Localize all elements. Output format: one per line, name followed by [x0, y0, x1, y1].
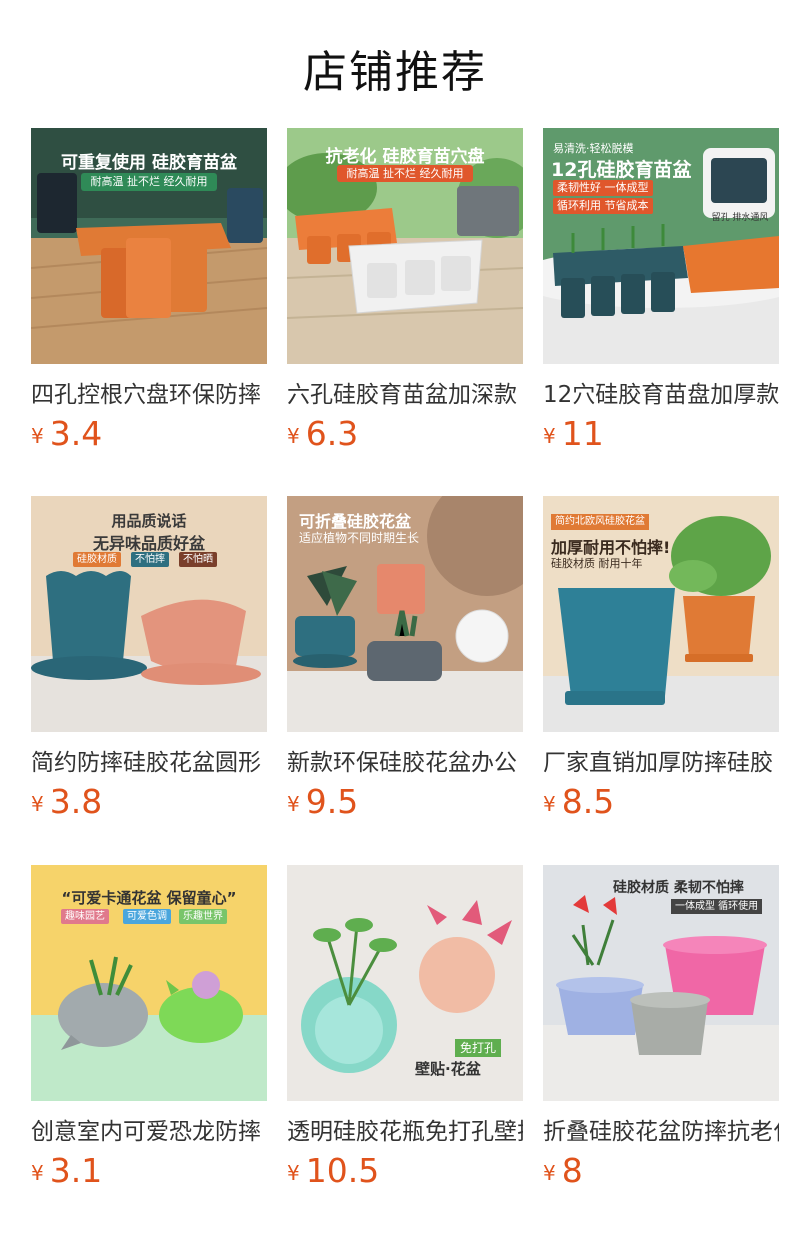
product-image[interactable]: 可折叠硅胶花盆 适应植物不同时期生长 — [287, 496, 523, 732]
price-value: 9.5 — [305, 782, 359, 821]
product-name[interactable]: 简约防摔硅胶花盆圆形 — [31, 746, 267, 780]
image-subline: 硅胶材质 耐用十年 — [551, 557, 643, 570]
product-image[interactable]: 免打孔 壁贴·花盆 — [287, 865, 523, 1101]
image-caption: 易清洗·轻松脱模 — [553, 142, 634, 155]
image-headline: 抗老化 硅胶育苗穴盘 — [325, 147, 485, 167]
currency-symbol: ¥ — [287, 792, 300, 816]
product-price: ¥3.4 — [31, 414, 102, 454]
product-name[interactable]: 透明硅胶花瓶免打孔壁挂 — [287, 1115, 523, 1149]
product-price: ¥9.5 — [287, 782, 358, 822]
product-price: ¥8 — [543, 1151, 583, 1191]
product-name[interactable]: 四孔控根穴盘环保防摔 — [31, 378, 267, 412]
currency-symbol: ¥ — [543, 1161, 556, 1185]
image-tag: 柔韧性好 一体成型 — [553, 180, 653, 196]
product-price: ¥3.1 — [31, 1151, 102, 1191]
product-image[interactable]: 易清洗·轻松脱模 12孔硅胶育苗盆 柔韧性好 一体成型 循环利用 节省成本 留孔… — [543, 128, 779, 364]
price-value: 10.5 — [305, 1151, 380, 1190]
image-headline: “可爱卡通花盆 保留童心” — [61, 889, 237, 907]
price-value: 8.5 — [561, 782, 615, 821]
product-name[interactable]: 创意室内可爱恐龙防摔 — [31, 1115, 267, 1149]
product-card[interactable]: 可折叠硅胶花盆 适应植物不同时期生长 新款环保硅胶花盆办公 ¥9.5 — [287, 496, 523, 826]
product-name[interactable]: 六孔硅胶育苗盆加深款 — [287, 378, 523, 412]
product-price: ¥10.5 — [287, 1151, 379, 1191]
image-headline: 用品质说话 — [111, 512, 187, 530]
product-image[interactable]: 抗老化 硅胶育苗穴盘 耐高温 扯不烂 经久耐用 — [287, 128, 523, 364]
currency-symbol: ¥ — [287, 424, 300, 448]
product-image[interactable]: 硅胶材质 柔韧不怕摔 一体成型 循环使用 — [543, 865, 779, 1101]
image-tag: 乐趣世界 — [179, 909, 227, 924]
image-subline: 耐高温 扯不烂 经久耐用 — [81, 173, 217, 191]
image-tag: 一体成型 循环使用 — [671, 899, 763, 914]
product-image[interactable]: “可爱卡通花盆 保留童心” 趣味园艺 可爱色调 乐趣世界 — [31, 865, 267, 1101]
product-card[interactable]: 免打孔 壁贴·花盆 透明硅胶花瓶免打孔壁挂 ¥10.5 — [287, 865, 523, 1195]
image-caption: 留孔 排水通风 — [711, 213, 769, 223]
product-image[interactable]: 可重复使用 硅胶育苗盆 耐高温 扯不烂 经久耐用 — [31, 128, 267, 364]
product-card[interactable]: 简约北欧风硅胶花盆 加厚耐用不怕摔! 硅胶材质 耐用十年 厂家直销加厚防摔硅胶 … — [543, 496, 779, 826]
product-image[interactable]: 用品质说话 无异味品质好盆 硅胶材质 不怕摔 不怕晒 — [31, 496, 267, 732]
image-headline-2: 无异味品质好盆 — [92, 534, 205, 553]
product-card[interactable]: “可爱卡通花盆 保留童心” 趣味园艺 可爱色调 乐趣世界 创意室内可爱恐龙防摔 … — [31, 865, 267, 1195]
price-value: 8 — [561, 1151, 583, 1190]
currency-symbol: ¥ — [31, 424, 44, 448]
product-card[interactable]: 硅胶材质 柔韧不怕摔 一体成型 循环使用 折叠硅胶花盆防摔抗老化 ¥8 — [543, 865, 779, 1195]
product-card[interactable]: 抗老化 硅胶育苗穴盘 耐高温 扯不烂 经久耐用 六孔硅胶育苗盆加深款 ¥6.3 — [287, 128, 523, 458]
image-tag: 趣味园艺 — [61, 909, 109, 924]
image-headline: 壁贴·花盆 — [415, 1060, 481, 1078]
image-tag: 循环利用 节省成本 — [553, 198, 653, 214]
price-value: 3.8 — [49, 782, 103, 821]
image-headline: 可重复使用 硅胶育苗盆 — [61, 153, 237, 173]
image-tag: 不怕晒 — [179, 552, 217, 567]
currency-symbol: ¥ — [543, 424, 556, 448]
image-subline: 适应植物不同时期生长 — [299, 531, 420, 545]
product-price: ¥11 — [543, 414, 604, 454]
currency-symbol: ¥ — [31, 1161, 44, 1185]
image-tag: 不怕摔 — [131, 552, 169, 567]
product-price: ¥8.5 — [543, 782, 614, 822]
product-name[interactable]: 厂家直销加厚防摔硅胶 — [543, 746, 779, 780]
image-headline: 12孔硅胶育苗盆 — [551, 159, 692, 181]
image-tag: 可爱色调 — [123, 909, 171, 924]
currency-symbol: ¥ — [543, 792, 556, 816]
product-price: ¥6.3 — [287, 414, 358, 454]
price-value: 6.3 — [305, 414, 359, 453]
image-subline: 耐高温 扯不烂 经久耐用 — [337, 165, 473, 182]
currency-symbol: ¥ — [31, 792, 44, 816]
product-card[interactable]: 易清洗·轻松脱模 12孔硅胶育苗盆 柔韧性好 一体成型 循环利用 节省成本 留孔… — [543, 128, 779, 458]
product-card[interactable]: 可重复使用 硅胶育苗盆 耐高温 扯不烂 经久耐用 四孔控根穴盘环保防摔 ¥3.4 — [31, 128, 267, 458]
product-name[interactable]: 折叠硅胶花盆防摔抗老化 — [543, 1115, 779, 1149]
price-value: 3.1 — [49, 1151, 103, 1190]
price-value: 3.4 — [49, 414, 103, 453]
image-tag: 免打孔 — [455, 1039, 502, 1057]
product-name[interactable]: 12穴硅胶育苗盘加厚款 — [543, 378, 779, 412]
price-value: 11 — [561, 414, 604, 453]
product-image[interactable]: 简约北欧风硅胶花盆 加厚耐用不怕摔! 硅胶材质 耐用十年 — [543, 496, 779, 732]
product-name[interactable]: 新款环保硅胶花盆办公 — [287, 746, 523, 780]
product-card[interactable]: 用品质说话 无异味品质好盆 硅胶材质 不怕摔 不怕晒 简约防摔硅胶花盆圆形 ¥3… — [31, 496, 267, 826]
image-tag: 简约北欧风硅胶花盆 — [551, 514, 649, 530]
page-title: 店铺推荐 — [303, 47, 487, 98]
image-headline: 硅胶材质 柔韧不怕摔 — [613, 880, 744, 896]
image-tag: 硅胶材质 — [73, 552, 121, 567]
currency-symbol: ¥ — [287, 1161, 300, 1185]
product-price: ¥3.8 — [31, 782, 102, 822]
